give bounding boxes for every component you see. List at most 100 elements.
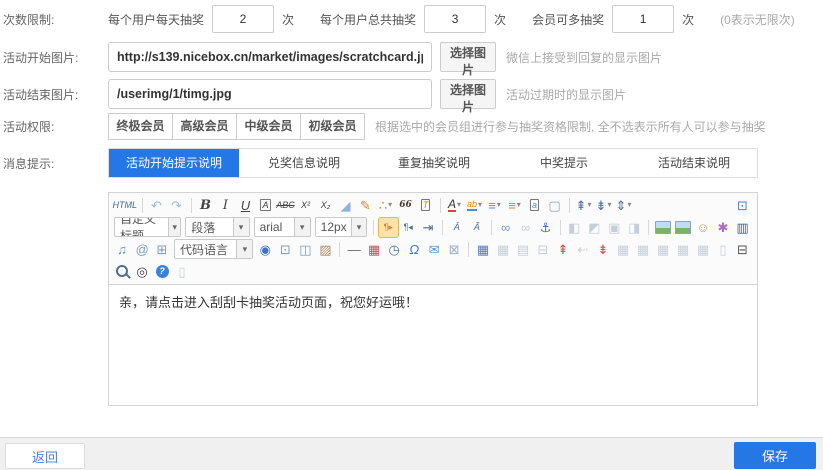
tab-redeem-info-note[interactable]: 兑奖信息说明 [239,149,369,177]
auto-typeset-icon[interactable]: ∴▾ [376,196,395,215]
snapscreen-icon[interactable]: ⊡ [276,240,295,259]
tab-activity-start-note[interactable]: 活动开始提示说明 [109,149,239,177]
preview-icon[interactable]: ⊡ [733,196,752,215]
template-icon[interactable]: ▨ [316,240,335,259]
member-group-button[interactable]: 初级会员 [300,113,365,140]
start-image-input[interactable] [108,42,432,72]
uppercase-icon[interactable]: Â [447,218,466,237]
scrawl-icon[interactable]: ✱ [713,218,732,237]
member-group-button[interactable]: 终极会员 [108,113,173,140]
chevron-down-icon: ▾ [236,240,252,258]
toolbar-separator [191,198,192,213]
merge-cells-icon: ⊟ [534,240,553,259]
member-extra-draw-input[interactable] [612,5,674,33]
ordered-list-icon[interactable]: ≡▾ [485,196,504,215]
redo-icon[interactable]: ↷ [167,196,186,215]
undo-icon[interactable]: ↶ [147,196,166,215]
anchor-icon[interactable]: ⚓ [536,218,555,237]
highlight-color-icon[interactable]: ab▾ [465,196,484,215]
end-image-input[interactable] [108,79,432,109]
editor-content[interactable]: 亲，请点击进入刮刮卡抽奖活动页面，祝您好运哦！ [109,285,757,409]
attachment-icon[interactable]: @ [133,240,152,259]
anchor-text-icon[interactable]: a [525,196,544,215]
tab-activity-end-note[interactable]: 活动结束说明 [629,149,759,177]
source-code-button[interactable]: HTML [113,196,138,215]
table-layout-1-icon: ▦ [614,240,633,259]
date-icon[interactable]: ▦ [365,240,384,259]
font-size-select[interactable]: 12px ▾ [315,217,368,237]
paste-text-icon[interactable]: T [416,196,435,215]
search-replace-icon[interactable] [113,262,132,281]
table-layout-2-icon: ▦ [634,240,653,259]
print-icon[interactable]: ⊟ [733,240,752,259]
insert-table-icon[interactable]: ▦ [474,240,493,259]
superscript-icon[interactable]: X² [296,196,315,215]
horizontal-rule-icon[interactable]: — [345,240,364,259]
custom-title-select[interactable]: 自定义标题▾ [114,217,181,237]
back-button[interactable]: 返回 [5,443,85,469]
start-image-hint: 微信上接受到回复的显示图片 [506,49,662,66]
find-icon[interactable]: ◎ [133,262,152,281]
columns-icon[interactable]: ◫ [296,240,315,259]
char-border-icon[interactable]: A [256,196,275,215]
blockquote-icon[interactable]: 66 [396,196,415,215]
code-language-select[interactable]: 代码语言▾ [174,239,253,259]
tab-repeat-draw-note[interactable]: 重复抽奖说明 [369,149,499,177]
ltr-icon[interactable]: ¶▸ [379,218,398,237]
link-icon[interactable]: ∞ [496,218,515,237]
strikethrough-icon[interactable]: ABC [276,196,295,215]
insert-code-icon[interactable]: ◉ [256,240,275,259]
insert-frame-icon[interactable]: ⊞ [153,240,172,259]
paragraph-select[interactable]: 段落▾ [185,217,249,237]
special-chars-icon[interactable]: Ω [405,240,424,259]
font-size-select-value: 12px [321,220,347,234]
save-button[interactable]: 保存 [734,442,816,469]
insert-row-icon[interactable]: ⇞ [554,240,573,259]
lowercase-icon[interactable]: Ã [467,218,486,237]
insert-image-icon[interactable] [653,218,672,237]
music-icon[interactable]: ♫ [113,240,132,259]
time-icon[interactable]: ◷ [385,240,404,259]
paste-icon: ▯ [173,262,192,281]
member-group-button[interactable]: 中级会员 [236,113,301,140]
image-manager-icon[interactable] [673,218,692,237]
chevron-down-icon: ▾ [351,218,367,236]
table-title-icon: ▤ [514,240,533,259]
indent-icon[interactable]: ⇥ [419,218,438,237]
rtl-icon[interactable]: ¶◂ [399,218,418,237]
font-color-icon[interactable]: A▾ [445,196,464,215]
emotion-icon[interactable]: ☺ [693,218,712,237]
limit-row: 次数限制: 每个用户每天抽奖次每个用户总共抽奖次会员可多抽奖次 (0表示无限次) [0,5,795,33]
chevron-down-icon: ▾ [233,218,249,236]
delete-row-icon[interactable]: ⇟ [594,240,613,259]
eraser-icon[interactable]: ◢ [336,196,355,215]
tab-win-prompt[interactable]: 中奖提示 [499,149,629,177]
video-icon[interactable]: ▥ [733,218,752,237]
end-image-pick-button[interactable]: 选择图片 [440,79,496,109]
scratchcard-activity-settings-page: 次数限制: 每个用户每天抽奖次每个用户总共抽奖次会员可多抽奖次 (0表示无限次)… [0,0,823,470]
total-draw-limit-input[interactable] [424,5,486,33]
para-spacing-bottom-icon[interactable]: ⇟▾ [594,196,613,215]
end-image-row: 活动结束图片: 选择图片 活动过期时的显示图片 [0,79,626,109]
line-spacing-icon[interactable]: ⇕▾ [614,196,633,215]
blank-doc-icon[interactable]: ▢ [545,196,564,215]
message-row: 消息提示: 活动开始提示说明兑奖信息说明重复抽奖说明中奖提示活动结束说明 [0,148,758,178]
format-brush-icon[interactable]: ✎ [356,196,375,215]
bold-icon[interactable]: B [196,196,215,215]
font-family-select[interactable]: arial▾ [254,217,311,237]
member-group-button[interactable]: 高级会员 [172,113,237,140]
message-icon[interactable]: ✉ [425,240,444,259]
limit-row-label: 次数限制: [0,11,108,28]
subscript-icon[interactable]: X₂ [316,196,335,215]
insert-col-icon: ⇠ [574,240,593,259]
help-icon[interactable]: ? [153,262,172,281]
start-image-pick-button[interactable]: 选择图片 [440,42,496,72]
underline-icon[interactable]: U [236,196,255,215]
daily-draw-limit-input[interactable] [212,5,274,33]
italic-icon[interactable]: I [216,196,235,215]
map-icon[interactable]: ⊠ [445,240,464,259]
para-spacing-top-icon[interactable]: ⇞▾ [574,196,593,215]
total-draw-limit-label: 每个用户总共抽奖 [320,11,416,28]
unordered-list-icon[interactable]: ≡▾ [505,196,524,215]
permission-row: 活动权限: 终极会员高级会员中级会员初级会员 根据选中的会员组进行参与抽奖资格限… [0,113,766,140]
